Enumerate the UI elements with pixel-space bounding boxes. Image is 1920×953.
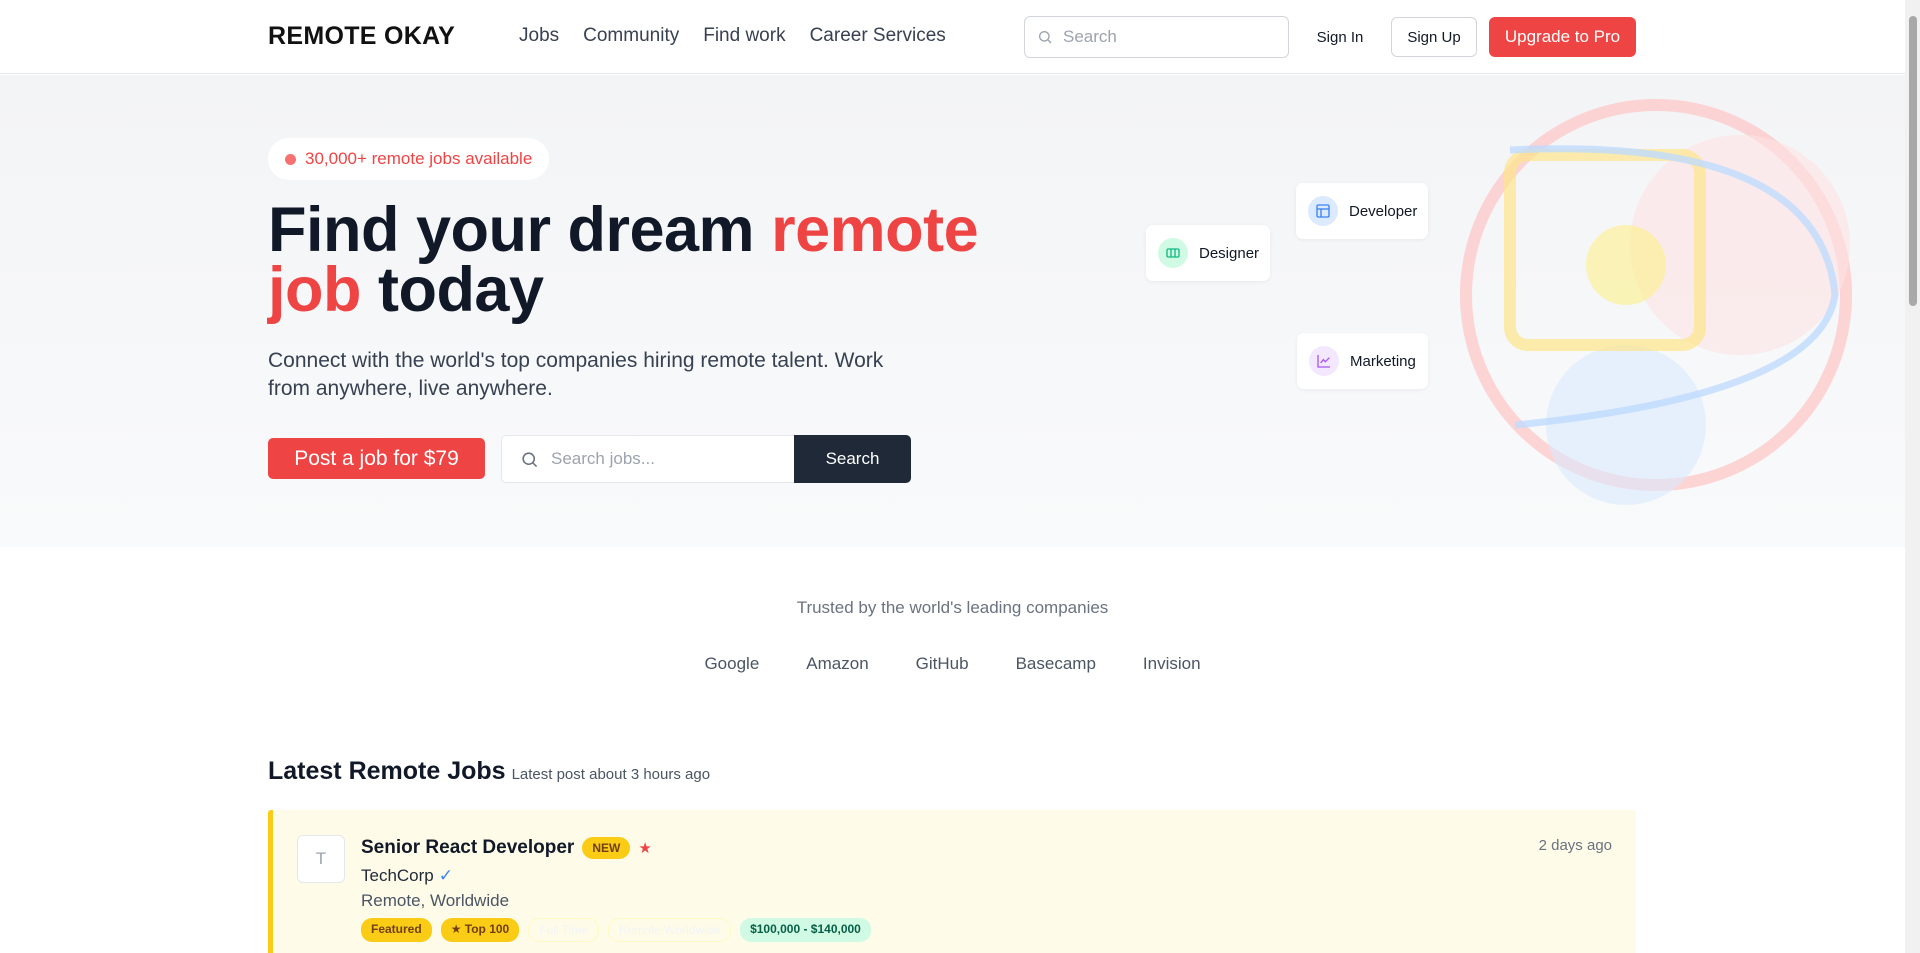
category-label: Marketing: [1350, 352, 1416, 370]
hero-search-button[interactable]: Search: [794, 435, 911, 483]
post-job-button[interactable]: Post a job for $79: [268, 438, 485, 479]
category-label: Designer: [1199, 244, 1260, 262]
upgrade-to-pro-button[interactable]: Upgrade to Pro: [1489, 17, 1636, 57]
top-navbar: REMOTE OKAY Jobs Community Find work Car…: [0, 0, 1905, 74]
tag-region: Remote Worldwide: [607, 918, 732, 942]
hero-title-accent-remote: remote: [771, 195, 979, 265]
job-posted-time: 2 days ago: [1538, 837, 1612, 854]
sign-in-button[interactable]: Sign In: [1302, 17, 1378, 57]
company-logo-basecamp: Basecamp: [1015, 654, 1096, 673]
tag-featured: Featured: [361, 918, 432, 942]
ticket-icon: [1158, 238, 1188, 268]
company-row: TechCorp ✓: [361, 866, 453, 886]
company-logo: T: [297, 835, 345, 883]
latest-jobs-title: Latest Remote Jobs: [268, 757, 506, 785]
hero-search-input[interactable]: [551, 449, 781, 469]
scrollbar-thumb[interactable]: [1909, 16, 1917, 306]
pill-text: 30,000+ remote jobs available: [305, 149, 533, 168]
job-title[interactable]: Senior React Developer: [361, 837, 574, 859]
nav-search-box[interactable]: [1024, 16, 1289, 58]
company-logo-amazon: Amazon: [806, 654, 869, 673]
star-icon: ★: [638, 840, 652, 857]
pill-dot-icon: [285, 153, 296, 165]
verified-check-icon: ✓: [438, 866, 454, 885]
tag-salary: $100,000 - $140,000: [740, 918, 871, 942]
layout-icon: [1308, 196, 1338, 226]
job-location: Remote, Worldwide: [361, 891, 510, 910]
company-name[interactable]: TechCorp: [361, 866, 434, 886]
chart-line-icon: [1309, 346, 1339, 376]
jobs-available-pill: 30,000+ remote jobs available: [268, 138, 550, 180]
search-icon: [1039, 31, 1052, 44]
page-scrollbar[interactable]: [1905, 0, 1920, 953]
nav-link-jobs[interactable]: Jobs: [519, 25, 559, 47]
tag-job-type: Full Time: [528, 918, 599, 942]
new-badge: NEW: [582, 837, 631, 859]
hero-search-box[interactable]: [501, 435, 795, 483]
brand-logo[interactable]: REMOTE OKAY: [268, 22, 455, 51]
main-nav: Jobs Community Find work Career Services: [519, 25, 946, 47]
hero-title-part2: today: [360, 255, 544, 325]
latest-jobs-heading: Latest Remote Jobs Latest post about 3 h…: [268, 757, 710, 786]
nav-link-career-services[interactable]: Career Services: [810, 25, 946, 47]
hero-title-accent-job: job: [268, 255, 361, 325]
category-card-developer[interactable]: Developer: [1296, 183, 1428, 239]
job-title-row: Senior React Developer NEW ★: [361, 837, 652, 859]
hero-decoration-illustration: [1460, 99, 1852, 505]
job-card[interactable]: T Senior React Developer NEW ★ TechCorp …: [268, 810, 1636, 953]
hero-section: 30,000+ remote jobs available Find your …: [0, 75, 1905, 547]
category-card-marketing[interactable]: Marketing: [1297, 333, 1428, 389]
job-tags: Featured ★ Top 100 Full Time Remote Worl…: [361, 918, 871, 942]
category-card-designer[interactable]: Designer: [1146, 225, 1270, 281]
company-logo-invision: Invision: [1142, 654, 1201, 673]
hero-subtitle: Connect with the world's top companies h…: [268, 349, 884, 400]
latest-jobs-subtitle: Latest post about 3 hours ago: [511, 766, 711, 783]
hero-title: Find your dream remote job today: [268, 199, 1028, 322]
company-logos: Google Amazon GitHub Basecamp Invision: [0, 654, 1905, 674]
nav-search-input[interactable]: [1063, 27, 1273, 47]
sign-up-button[interactable]: Sign Up: [1391, 17, 1477, 57]
category-label: Developer: [1349, 202, 1418, 220]
trusted-by-title: Trusted by the world's leading companies: [796, 598, 1109, 617]
search-icon: [522, 451, 538, 467]
company-logo-github: GitHub: [915, 654, 969, 673]
tag-top-100: ★ Top 100: [440, 918, 520, 942]
nav-link-find-work[interactable]: Find work: [703, 25, 785, 47]
company-logo-google: Google: [704, 654, 760, 673]
nav-link-community[interactable]: Community: [583, 25, 679, 47]
